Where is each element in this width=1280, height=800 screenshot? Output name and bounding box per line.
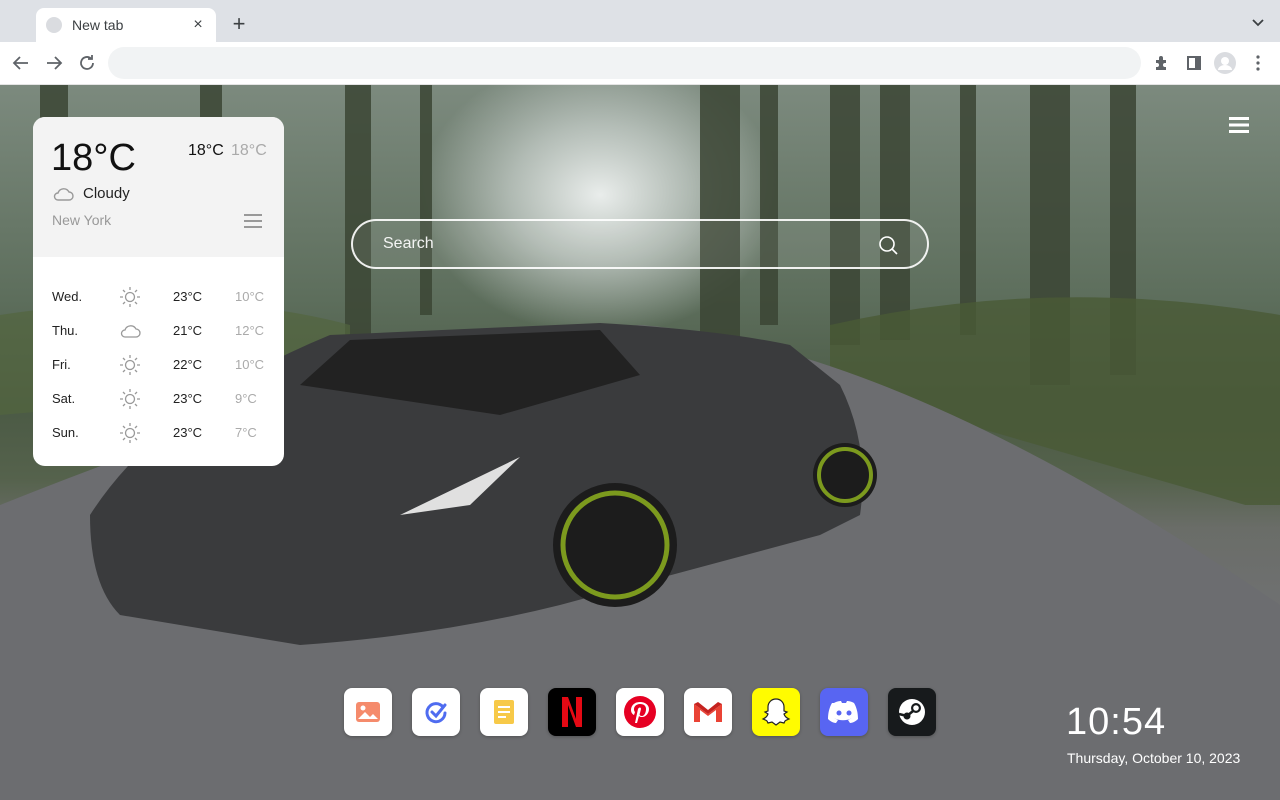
forecast-day: Sun. <box>52 425 79 440</box>
tab-strip: New tab × + <box>0 0 1280 42</box>
weather-condition: Cloudy <box>83 185 130 202</box>
cloud-icon <box>53 188 74 201</box>
tab-title: New tab <box>72 17 124 33</box>
forecast-day: Sat. <box>52 391 76 406</box>
extensions-puzzle-icon[interactable] <box>1151 52 1173 74</box>
forward-arrow-icon[interactable] <box>43 52 65 74</box>
dock-app-gmail[interactable] <box>684 688 732 736</box>
page-menu-icon[interactable] <box>1229 117 1249 133</box>
browser-menu-kebab-icon[interactable] <box>1247 52 1269 74</box>
profile-avatar-icon[interactable] <box>1214 52 1236 74</box>
search-icon[interactable] <box>877 234 899 256</box>
netflix-icon <box>561 696 583 728</box>
forecast-high: 23°C <box>173 425 203 440</box>
tab-favicon-icon <box>46 17 62 33</box>
forecast-row: Sun. 23°C 7°C <box>33 417 284 451</box>
forecast-list: Wed. 23°C 10°C Thu. 21°C 12°C Fri. 22°C 10°C Sat.… <box>33 257 284 451</box>
search-box[interactable] <box>351 219 929 269</box>
forecast-low: 9°C <box>235 391 257 406</box>
sun-icon <box>119 422 141 444</box>
app-dock <box>344 688 936 736</box>
weather-city[interactable]: New York <box>52 212 111 228</box>
forecast-row: Sat. 23°C 9°C <box>33 383 284 417</box>
forecast-row: Fri. 22°C 10°C <box>33 349 284 383</box>
reload-icon[interactable] <box>76 52 98 74</box>
today-low-temperature: 18°C <box>231 142 267 159</box>
chevron-down-icon[interactable] <box>1250 14 1266 30</box>
notes-icon <box>493 699 515 725</box>
back-arrow-icon[interactable] <box>10 52 32 74</box>
weather-current: 18°C 18°C 18°C Cloudy New York <box>33 117 284 257</box>
dock-app-pinterest[interactable] <box>616 688 664 736</box>
forecast-high: 21°C <box>173 323 203 338</box>
steam-icon <box>897 697 927 727</box>
forecast-row: Thu. 21°C 12°C <box>33 315 284 349</box>
dock-app-photos[interactable] <box>344 688 392 736</box>
gmail-icon <box>692 700 724 724</box>
photo-icon <box>355 701 381 723</box>
new-tab-plus-icon[interactable]: + <box>228 13 250 35</box>
forecast-low: 10°C <box>235 357 265 372</box>
clock-date: Thursday, October 10, 2023 <box>1067 750 1241 766</box>
check-icon <box>423 699 449 725</box>
dock-app-tasks[interactable] <box>412 688 460 736</box>
sun-icon <box>119 354 141 376</box>
cloud-icon <box>119 320 141 342</box>
clock-time: 10:54 <box>1066 701 1167 743</box>
forecast-day: Fri. <box>52 357 71 372</box>
side-panel-icon[interactable] <box>1183 52 1205 74</box>
forecast-row: Wed. 23°C 10°C <box>33 281 284 315</box>
weather-widget[interactable]: 18°C 18°C 18°C Cloudy New York Wed. 23°C 1… <box>33 117 284 466</box>
weather-menu-icon[interactable] <box>244 213 262 229</box>
tab-close-icon[interactable]: × <box>190 17 206 33</box>
new-tab-page: 18°C 18°C 18°C Cloudy New York Wed. 23°C 1… <box>0 85 1280 800</box>
dock-app-snapchat[interactable] <box>752 688 800 736</box>
address-bar[interactable] <box>108 47 1141 79</box>
dock-app-steam[interactable] <box>888 688 936 736</box>
forecast-high: 23°C <box>173 391 203 406</box>
sun-icon <box>119 388 141 410</box>
sun-icon <box>119 286 141 308</box>
pinterest-icon <box>623 695 657 729</box>
forecast-day: Thu. <box>52 323 79 338</box>
forecast-high: 22°C <box>173 357 203 372</box>
forecast-day: Wed. <box>52 289 83 304</box>
current-temperature: 18°C <box>51 137 136 179</box>
forecast-low: 12°C <box>235 323 265 338</box>
discord-icon <box>828 700 860 724</box>
search-input[interactable] <box>383 221 863 267</box>
forecast-low: 7°C <box>235 425 257 440</box>
dock-app-notes[interactable] <box>480 688 528 736</box>
dock-app-netflix[interactable] <box>548 688 596 736</box>
browser-toolbar <box>0 42 1280 85</box>
dock-app-discord[interactable] <box>820 688 868 736</box>
forecast-low: 10°C <box>235 289 265 304</box>
forecast-high: 23°C <box>173 289 203 304</box>
snapchat-icon <box>760 696 792 728</box>
tab-new-tab[interactable]: New tab × <box>36 8 216 42</box>
today-high-temperature: 18°C <box>188 142 224 159</box>
